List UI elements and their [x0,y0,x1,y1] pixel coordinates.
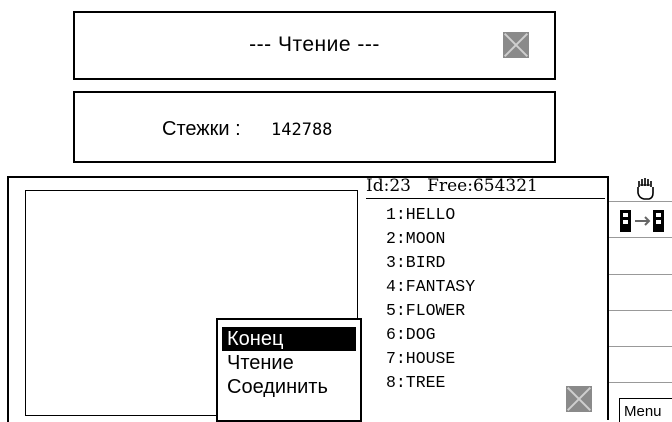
stitch-count-panel: Стежки : 142788 [73,91,556,163]
side-divider [609,382,672,383]
stitch-count-value: 142788 [271,120,333,140]
menu-button[interactable]: Menu [619,398,672,422]
pattern-item[interactable]: 8:TREE [386,371,475,395]
pattern-item[interactable]: 6:DOG [386,323,475,347]
pattern-item[interactable]: 5:FLOWER [386,299,475,323]
status-title: --- Чтение --- [249,33,380,56]
cancel-stamp-icon[interactable] [566,386,592,412]
cancel-stamp-icon[interactable] [503,32,529,58]
pattern-item[interactable]: 1:HELLO [386,203,475,227]
transfer-icon[interactable] [618,203,666,237]
side-divider [609,346,672,347]
memory-info: Id:23 Free:654321 [366,176,538,196]
hand-icon[interactable] [635,177,657,201]
pattern-item[interactable]: 4:FANTASY [386,275,475,299]
pattern-item[interactable]: 7:HOUSE [386,347,475,371]
status-panel: --- Чтение --- [73,11,556,80]
menu-item-end[interactable]: Конец [222,327,356,351]
pattern-item[interactable]: 2:MOON [386,227,475,251]
pattern-list: 1:HELLO 2:MOON 3:BIRD 4:FANTASY 5:FLOWER… [386,203,475,395]
stitch-count-label: Стежки : [162,118,241,140]
memory-info-divider [366,198,605,199]
side-divider [609,310,672,311]
side-divider [609,237,672,238]
side-divider [609,274,672,275]
menu-item-merge[interactable]: Соединить [222,375,356,399]
popup-menu: Конец Чтение Соединить [216,318,362,422]
side-divider [609,201,672,202]
pattern-item[interactable]: 3:BIRD [386,251,475,275]
menu-item-read[interactable]: Чтение [222,351,356,375]
